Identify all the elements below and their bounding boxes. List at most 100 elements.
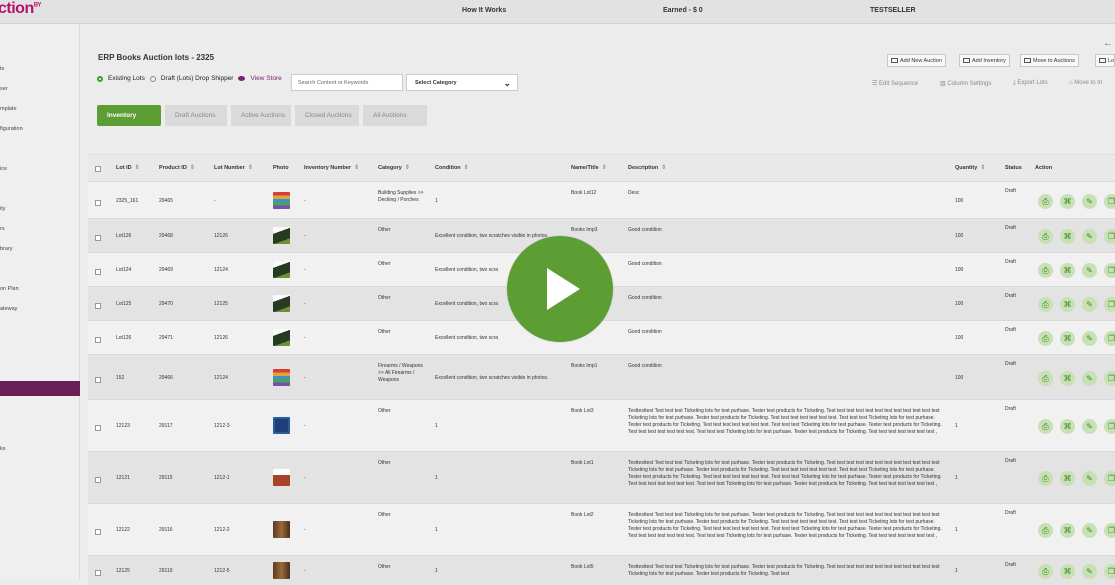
print-icon[interactable]: ⎙ xyxy=(1038,263,1053,278)
edit-icon[interactable]: ✎ xyxy=(1082,471,1097,486)
table-row[interactable]: 12125 29119 1212-5 - Other 1 Book Lot5 Testtest… xyxy=(88,555,1115,585)
copy-icon[interactable]: ❐ xyxy=(1104,471,1115,486)
table-row[interactable]: 152 29466 12124 - Firearms / Weapons >> All … xyxy=(88,354,1115,399)
row-checkbox[interactable] xyxy=(95,570,101,576)
sidebar-item[interactable]: ity xyxy=(0,206,6,212)
sidebar-item[interactable]: figuration xyxy=(0,126,23,132)
print-icon[interactable]: ⎙ xyxy=(1038,564,1053,579)
column-settings-link[interactable]: ▥ Column Settings xyxy=(940,80,991,87)
row-checkbox[interactable] xyxy=(95,337,101,343)
lot-photo[interactable] xyxy=(273,521,290,538)
print-icon[interactable]: ⎙ xyxy=(1038,371,1053,386)
col-lot-id[interactable]: Lot ID ⇕ xyxy=(116,165,140,172)
barcode-icon[interactable]: ⌘ xyxy=(1060,419,1075,434)
copy-icon[interactable]: ❐ xyxy=(1104,263,1115,278)
category-select[interactable]: Select Category ⌄ xyxy=(406,74,518,91)
barcode-icon[interactable]: ⌘ xyxy=(1060,523,1075,538)
barcode-icon[interactable]: ⌘ xyxy=(1060,564,1075,579)
tab-closed-auctions[interactable]: Closed Auctions xyxy=(295,105,359,126)
edit-icon[interactable]: ✎ xyxy=(1082,419,1097,434)
col-product-id[interactable]: Product ID ⇕ xyxy=(159,165,195,172)
print-icon[interactable]: ⎙ xyxy=(1038,229,1053,244)
sidebar-item[interactable]: rs xyxy=(0,226,5,232)
col-description[interactable]: Description ⇕ xyxy=(628,165,666,172)
lot-photo[interactable] xyxy=(273,295,290,312)
barcode-icon[interactable]: ⌘ xyxy=(1060,331,1075,346)
row-checkbox[interactable] xyxy=(95,477,101,483)
radio-existing-lots[interactable] xyxy=(97,75,103,82)
col-inventory-number[interactable]: Inventory Number ⇕ xyxy=(304,165,359,172)
table-row[interactable]: 12122 29116 1212-2 - Other 1 Book Lot2 Testtest… xyxy=(88,503,1115,555)
lot-button[interactable]: Lo xyxy=(1095,54,1115,67)
sidebar-item-active[interactable] xyxy=(0,381,80,396)
copy-icon[interactable]: ❐ xyxy=(1104,331,1115,346)
barcode-icon[interactable]: ⌘ xyxy=(1060,194,1075,209)
sidebar-item[interactable]: ts xyxy=(0,66,4,72)
copy-icon[interactable]: ❐ xyxy=(1104,419,1115,434)
move-to-auctions-button[interactable]: Move to Auctions xyxy=(1020,54,1079,67)
table-row[interactable]: 12123 29117 1212-3 - Other 1 Book Lot3 Testtest… xyxy=(88,399,1115,451)
edit-icon[interactable]: ✎ xyxy=(1082,371,1097,386)
lot-photo[interactable] xyxy=(273,261,290,278)
lot-photo[interactable] xyxy=(273,562,290,579)
move-to-inventory-link[interactable]: ⌂ Move to In xyxy=(1069,80,1102,86)
print-icon[interactable]: ⎙ xyxy=(1038,419,1053,434)
print-icon[interactable]: ⎙ xyxy=(1038,523,1053,538)
row-checkbox[interactable] xyxy=(95,377,101,383)
edit-icon[interactable]: ✎ xyxy=(1082,564,1097,579)
sidebar-item[interactable]: brary xyxy=(0,246,13,252)
tab-active-auctions[interactable]: Active Auctions xyxy=(231,105,291,126)
radio-draft-lots[interactable] xyxy=(149,75,156,82)
edit-icon[interactable]: ✎ xyxy=(1082,229,1097,244)
logo[interactable]: ctionBY xyxy=(0,0,42,18)
lot-photo[interactable] xyxy=(273,192,290,209)
barcode-icon[interactable]: ⌘ xyxy=(1060,471,1075,486)
edit-sequence-link[interactable]: ☰ Edit Sequence xyxy=(872,80,918,87)
sidebar-item[interactable]: ateway xyxy=(0,306,17,312)
lot-photo[interactable] xyxy=(273,227,290,244)
view-store-link[interactable]: View Store xyxy=(250,75,281,82)
table-row[interactable]: 12121 29115 1212-1 - Other 1 Book Lot1 Testtest… xyxy=(88,451,1115,503)
tab-all-auctions[interactable]: All Auctions xyxy=(363,105,427,126)
edit-icon[interactable]: ✎ xyxy=(1082,263,1097,278)
play-video-button[interactable] xyxy=(507,236,613,342)
table-row[interactable]: Lot126 29471 12126 - Other Excellent conditio… xyxy=(88,320,1115,354)
row-checkbox[interactable] xyxy=(95,200,101,206)
col-condition[interactable]: Condition ⇕ xyxy=(435,165,469,172)
export-lots-link[interactable]: ⤓ Export Lots xyxy=(1013,80,1048,87)
copy-icon[interactable]: ❐ xyxy=(1104,297,1115,312)
print-icon[interactable]: ⎙ xyxy=(1038,297,1053,312)
sidebar-item[interactable]: on Plan xyxy=(0,286,19,292)
print-icon[interactable]: ⎙ xyxy=(1038,194,1053,209)
row-checkbox[interactable] xyxy=(95,425,101,431)
user-menu[interactable]: TESTSELLER xyxy=(870,7,916,14)
edit-icon[interactable]: ✎ xyxy=(1082,523,1097,538)
lot-photo[interactable] xyxy=(273,329,290,346)
barcode-icon[interactable]: ⌘ xyxy=(1060,229,1075,244)
barcode-icon[interactable]: ⌘ xyxy=(1060,371,1075,386)
select-all-checkbox[interactable] xyxy=(95,166,101,172)
copy-icon[interactable]: ❐ xyxy=(1104,229,1115,244)
col-category[interactable]: Category ⇕ xyxy=(378,165,410,172)
how-it-works-link[interactable]: How It Works xyxy=(462,7,506,14)
copy-icon[interactable]: ❐ xyxy=(1104,523,1115,538)
edit-icon[interactable]: ✎ xyxy=(1082,331,1097,346)
sidebar-item[interactable]: mplate xyxy=(0,106,17,112)
lot-photo[interactable] xyxy=(273,369,290,386)
table-row[interactable]: 2325_161 29465 - - Building Supplies >> Deck… xyxy=(88,181,1115,218)
col-lot-number[interactable]: Lot Number ⇕ xyxy=(214,165,253,172)
add-auction-button[interactable]: Add New Auction xyxy=(887,54,946,67)
barcode-icon[interactable]: ⌘ xyxy=(1060,263,1075,278)
tab-draft-auctions[interactable]: Draft Auctions xyxy=(165,105,227,126)
print-icon[interactable]: ⎙ xyxy=(1038,331,1053,346)
print-icon[interactable]: ⎙ xyxy=(1038,471,1053,486)
add-inventory-button[interactable]: Add Inventory xyxy=(959,54,1010,67)
row-checkbox[interactable] xyxy=(95,235,101,241)
copy-icon[interactable]: ❐ xyxy=(1104,371,1115,386)
table-row[interactable]: Lot126 29468 12126 - Other Excellent conditio… xyxy=(88,218,1115,252)
tab-inventory[interactable]: Inventory xyxy=(97,105,161,126)
edit-icon[interactable]: ✎ xyxy=(1082,194,1097,209)
row-checkbox[interactable] xyxy=(95,529,101,535)
edit-icon[interactable]: ✎ xyxy=(1082,297,1097,312)
lot-photo[interactable] xyxy=(273,469,290,486)
